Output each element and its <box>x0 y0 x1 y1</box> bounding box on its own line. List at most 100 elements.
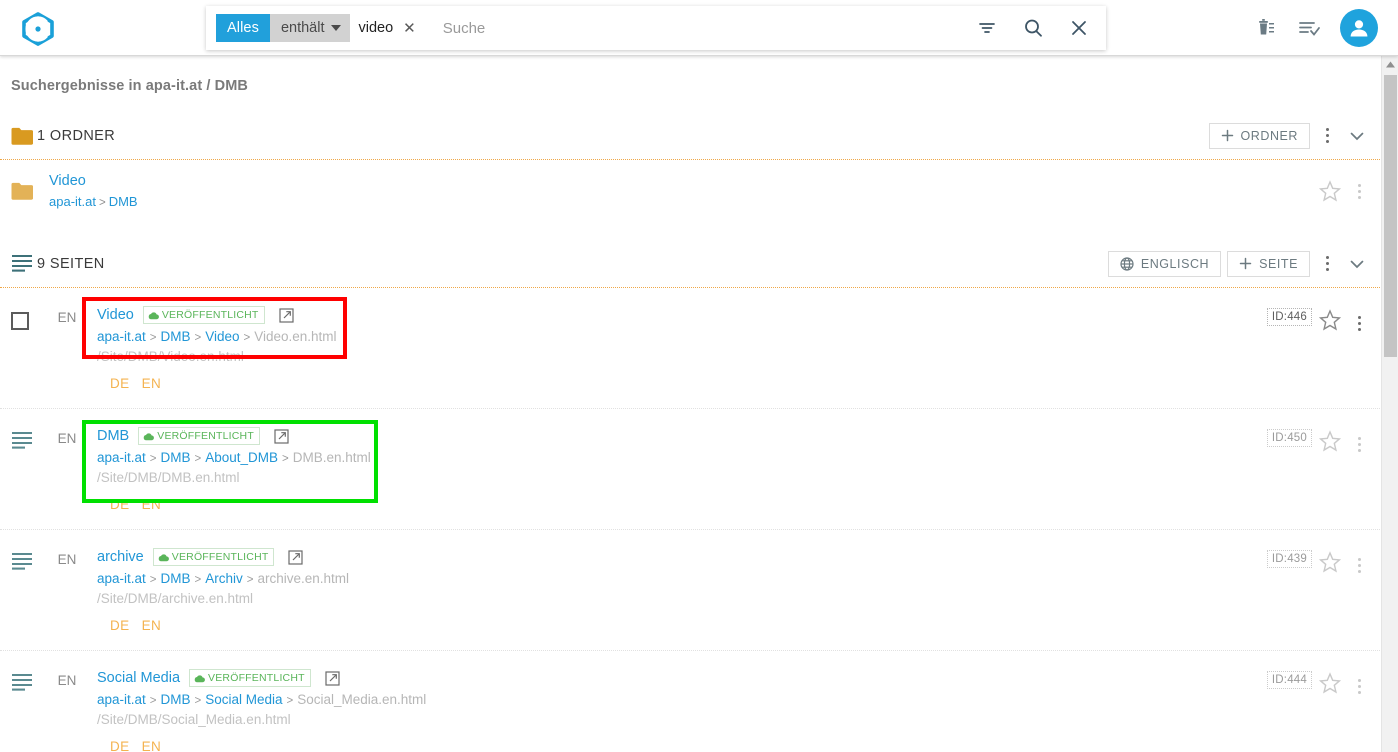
breadcrumb-link[interactable]: apa-it.at <box>97 692 146 707</box>
page-row-more-vertical-icon[interactable] <box>1348 308 1370 338</box>
breadcrumb-separator: > <box>194 332 202 344</box>
trash-list-icon[interactable] <box>1252 15 1278 41</box>
breadcrumb-link[interactable]: apa-it.at <box>97 571 146 586</box>
language-link-en[interactable]: EN <box>142 376 162 391</box>
star-outline-icon[interactable] <box>1318 550 1342 574</box>
pages-section-label: 9 SEITEN <box>37 255 105 272</box>
chip-operator[interactable]: enthält <box>269 14 351 42</box>
language-link-en[interactable]: EN <box>142 739 162 752</box>
checkbox-icon[interactable] <box>11 312 29 330</box>
breadcrumb-link[interactable]: Archiv <box>205 571 243 586</box>
breadcrumb-link[interactable]: DMB <box>161 450 191 465</box>
folders-section-label: 1 ORDNER <box>37 127 116 144</box>
search-actions <box>964 6 1106 50</box>
search-bar[interactable]: Alles enthält video ✕ <box>206 6 1106 50</box>
table-row[interactable]: EN DMB VERÖFFENTLICHT apa-it.at>DMB> <box>0 409 1398 529</box>
breadcrumb-link[interactable]: Social Media <box>205 692 282 707</box>
language-link-de[interactable]: DE <box>110 739 130 752</box>
add-page-button[interactable]: SEITE <box>1227 250 1310 277</box>
page-row-more-vertical-icon[interactable] <box>1348 671 1370 701</box>
breadcrumb-link[interactable]: DMB <box>161 692 191 707</box>
status-badge: VERÖFFENTLICHT <box>142 306 265 324</box>
breadcrumb-link[interactable]: apa-it.at <box>97 450 146 465</box>
star-outline-icon[interactable] <box>1318 671 1342 695</box>
page-row-more-vertical-icon[interactable] <box>1348 429 1370 459</box>
close-icon[interactable] <box>1056 6 1102 50</box>
breadcrumb-separator: > <box>246 574 254 586</box>
star-outline-icon[interactable] <box>1318 429 1342 453</box>
folder-result-row[interactable]: Video apa-it.at > DMB <box>0 160 1398 222</box>
folder-row-actions <box>1318 160 1370 222</box>
add-page-label: SEITE <box>1259 256 1298 271</box>
vertical-scroll-thumb[interactable] <box>1384 75 1397 357</box>
caret-up-icon[interactable] <box>1382 56 1398 73</box>
page-language-links: DE EN <box>110 739 426 752</box>
language-link-en[interactable]: EN <box>142 618 162 633</box>
page-lines-icon <box>11 548 37 570</box>
vertical-scrollbar[interactable] <box>1381 56 1398 752</box>
open-in-new-icon[interactable] <box>325 670 340 686</box>
hexagon-g-logo[interactable] <box>20 12 56 46</box>
page-title-link[interactable]: Video <box>97 307 134 323</box>
add-folder-label: ORDNER <box>1240 128 1298 143</box>
plus-icon <box>1239 257 1252 270</box>
page-row-actions: ID:439 <box>1266 530 1370 650</box>
language-link-de[interactable]: DE <box>110 618 130 633</box>
folders-section-more-vertical-icon[interactable] <box>1316 121 1338 151</box>
page-title-link[interactable]: DMB <box>97 428 129 444</box>
pages-section-chevron-down-icon[interactable] <box>1344 249 1370 279</box>
page-id-badge: ID:446 <box>1266 308 1312 326</box>
open-in-new-icon[interactable] <box>288 549 304 565</box>
add-folder-button[interactable]: ORDNER <box>1208 122 1310 149</box>
pages-section-more-vertical-icon[interactable] <box>1316 249 1338 279</box>
breadcrumb-separator: > <box>149 574 157 586</box>
search-filter-chip[interactable]: Alles enthält video ✕ <box>216 14 425 42</box>
open-in-new-icon[interactable] <box>274 428 289 444</box>
breadcrumb-separator: > <box>149 332 157 344</box>
table-row[interactable]: EN Social Media VERÖFFENTLICHT apa-it.at… <box>0 651 1398 752</box>
cloud-icon <box>143 432 155 440</box>
breadcrumb-link[interactable]: DMB <box>161 571 191 586</box>
breadcrumb-link[interactable]: DMB <box>161 329 191 344</box>
list-check-icon[interactable] <box>1296 15 1322 41</box>
row-select[interactable] <box>11 306 37 330</box>
filter-icon[interactable] <box>964 6 1010 50</box>
search-input[interactable] <box>440 18 964 38</box>
breadcrumb-link[interactable]: apa-it.at <box>97 329 146 344</box>
breadcrumb-link[interactable]: apa-it.at <box>49 194 96 209</box>
table-row[interactable]: EN archive VERÖFFENTLICHT apa-it.at > DM… <box>0 530 1398 650</box>
breadcrumb-separator: > <box>243 332 251 344</box>
close-icon[interactable]: ✕ <box>403 21 419 36</box>
breadcrumb-tail: Video.en.html <box>254 329 337 344</box>
folders-section-actions: ORDNER <box>1208 112 1370 159</box>
status-badge: VERÖFFENTLICHT <box>138 427 260 445</box>
chip-value[interactable]: video ✕ <box>350 14 425 42</box>
search-icon[interactable] <box>1010 6 1056 50</box>
status-badge: VERÖFFENTLICHT <box>152 548 275 566</box>
page-title-link[interactable]: archive <box>97 549 144 565</box>
row-language: EN <box>57 310 77 325</box>
breadcrumb-link[interactable]: About_DMB <box>205 450 278 465</box>
page-slug: /Site/DMB/Social_Media.en.html <box>97 712 291 727</box>
chip-scope[interactable]: Alles <box>216 14 270 42</box>
language-link-de[interactable]: DE <box>110 376 130 391</box>
page-lines-icon <box>11 254 33 277</box>
open-in-new-icon[interactable] <box>278 307 294 323</box>
breadcrumb-link[interactable]: DMB <box>109 194 138 209</box>
language-link-en[interactable]: EN <box>142 497 162 512</box>
star-outline-icon[interactable] <box>1318 179 1342 203</box>
star-outline-icon[interactable] <box>1318 308 1342 332</box>
page-title-link[interactable]: Social Media <box>97 670 180 686</box>
folder-name-link[interactable]: Video <box>49 173 138 189</box>
page-row-more-vertical-icon[interactable] <box>1348 550 1370 580</box>
language-button[interactable]: ENGLISCH <box>1107 250 1222 277</box>
folders-section-chevron-down-icon[interactable] <box>1344 121 1370 151</box>
folder-row-more-vertical-icon[interactable] <box>1348 176 1370 206</box>
language-link-de[interactable]: DE <box>110 497 130 512</box>
chip-operator-label: enthält <box>280 20 325 36</box>
breadcrumb-separator: > <box>149 695 157 707</box>
page-language-links: DE EN <box>110 618 349 633</box>
table-row[interactable]: EN Video VERÖFFENTLICHT apa-it.at > DMB … <box>0 288 1398 408</box>
user-avatar-icon[interactable] <box>1340 9 1378 47</box>
breadcrumb-link[interactable]: Video <box>205 329 239 344</box>
